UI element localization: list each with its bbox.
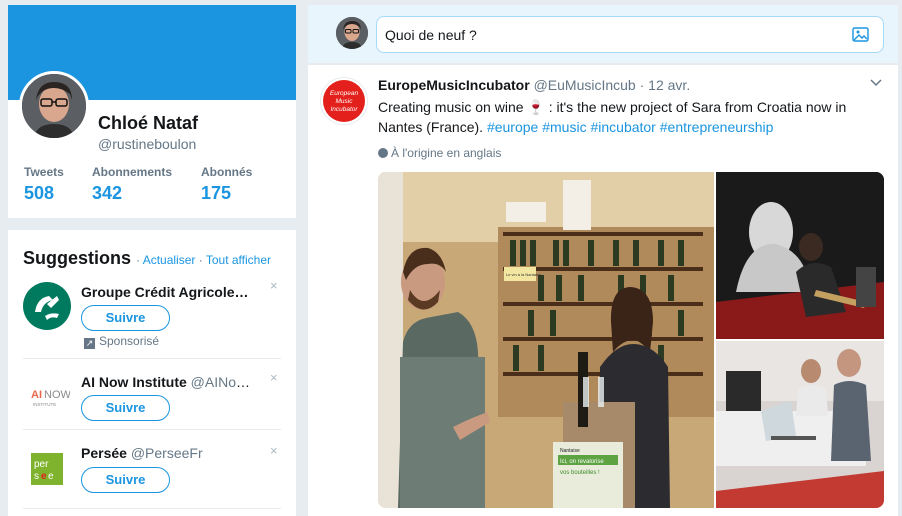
- persee-avatar[interactable]: per s e e: [23, 445, 71, 493]
- separator: ·: [198, 253, 203, 267]
- stat-tweets[interactable]: Tweets 508: [24, 165, 64, 204]
- profile-name[interactable]: Chloé Nataf: [98, 113, 198, 134]
- suggestions-card: Suggestions · Actualiser · Tout afficher…: [8, 230, 296, 516]
- close-icon[interactable]: ×: [270, 370, 278, 385]
- stat-label: Tweets: [24, 165, 64, 179]
- stat-label: Abonnés: [201, 165, 253, 179]
- refresh-link[interactable]: Actualiser: [143, 253, 196, 267]
- avatar-text-line: Incubator: [330, 106, 358, 113]
- follow-button[interactable]: Suivre: [81, 305, 170, 331]
- tweet[interactable]: European Music Incubator EuropeMusicIncu…: [308, 64, 898, 516]
- crate-line-1: Ici, on revalorise: [560, 459, 604, 465]
- stat-following[interactable]: Abonnements 342: [92, 165, 172, 204]
- sponsored-label: ↗ Sponsorisé: [84, 334, 159, 349]
- hashtag-link[interactable]: #music: [542, 119, 586, 135]
- divider: [23, 358, 281, 359]
- svg-text:INSTITUTE: INSTITUTE: [33, 402, 56, 407]
- tweet-photo-main[interactable]: Le vin à la Nantaise Nantaise Ici, on re…: [378, 172, 714, 508]
- crate-line-2: vos bouteilles !: [560, 470, 600, 476]
- profile-handle[interactable]: @rustineboulon: [98, 136, 196, 152]
- suggestion-handle: @AINow…: [190, 374, 256, 390]
- separator: ·: [136, 253, 141, 267]
- stat-label: Abonnements: [92, 165, 173, 179]
- profile-card: Chloé Nataf @rustineboulon Tweets 508 Ab…: [8, 5, 296, 218]
- chevron-down-icon[interactable]: [870, 79, 882, 87]
- close-icon[interactable]: ×: [270, 443, 278, 458]
- globe-icon: [378, 148, 388, 158]
- avatar-text-line: Music: [335, 98, 353, 105]
- credit-agricole-avatar[interactable]: [23, 282, 71, 330]
- suggestions-title: Suggestions: [23, 248, 132, 268]
- ainow-avatar[interactable]: AI NOW INSTITUTE: [23, 374, 71, 422]
- avatar-text-line: European: [329, 90, 359, 97]
- follow-button[interactable]: Suivre: [81, 467, 170, 493]
- suggestion-name[interactable]: Groupe Crédit Agricole…: [81, 284, 256, 300]
- stat-value: 342: [92, 183, 123, 203]
- svg-text:per: per: [34, 459, 49, 470]
- stat-followers[interactable]: Abonnés 175: [201, 165, 252, 204]
- translate-label[interactable]: À l'origine en anglais: [378, 146, 501, 160]
- hashtag-link[interactable]: #incubator: [590, 119, 655, 135]
- crate-brand: Nantaise: [560, 448, 580, 454]
- tweet-photo-workers[interactable]: [716, 341, 884, 508]
- tweet-author-handle[interactable]: @EuMusicIncub: [534, 77, 636, 93]
- suggestion-display-name: Groupe Crédit Agricole…: [81, 284, 249, 300]
- suggestion-display-name: Persée: [81, 445, 127, 461]
- suggestion-name[interactable]: AI Now Institute @AINow…: [81, 374, 256, 390]
- hashtag-link[interactable]: #entrepreneurship: [660, 119, 774, 135]
- suggestion-handle: @PerseeFr: [130, 445, 203, 461]
- tweet-text: Creating music on wine 🍷 : it's the new …: [378, 97, 868, 137]
- tweet-date[interactable]: · 12 avr.: [640, 77, 691, 93]
- close-icon[interactable]: ×: [270, 278, 278, 293]
- suggestion-display-name: AI Now Institute: [81, 374, 187, 390]
- stat-value: 508: [24, 183, 55, 203]
- hashtag-link[interactable]: #europe: [487, 119, 538, 135]
- svg-text:NOW: NOW: [44, 389, 71, 401]
- svg-text:s: s: [34, 471, 39, 482]
- suggestions-header: Suggestions · Actualiser · Tout afficher: [23, 248, 271, 269]
- divider: [23, 508, 281, 509]
- compose-input[interactable]: Quoi de neuf ?: [376, 16, 884, 53]
- svg-text:e: e: [48, 471, 54, 482]
- sponsored-text: Sponsorisé: [99, 334, 160, 348]
- tweet-author-avatar[interactable]: European Music Incubator: [320, 77, 368, 125]
- follow-button[interactable]: Suivre: [81, 395, 170, 421]
- svg-text:AI: AI: [31, 389, 42, 401]
- show-all-link[interactable]: Tout afficher: [206, 253, 271, 267]
- tweet-composer: Quoi de neuf ?: [308, 5, 898, 63]
- suggestion-name[interactable]: Persée @PerseeFr: [81, 445, 256, 461]
- profile-avatar[interactable]: [19, 71, 89, 141]
- divider: [23, 429, 281, 430]
- translate-text: À l'origine en anglais: [391, 146, 502, 160]
- compose-placeholder: Quoi de neuf ?: [385, 27, 477, 43]
- tweet-header: EuropeMusicIncubator @EuMusicIncub · 12 …: [378, 77, 690, 93]
- wine-sign: Le vin à la Nantaise: [506, 272, 542, 277]
- stat-value: 175: [201, 183, 232, 203]
- image-upload-icon[interactable]: [852, 27, 869, 42]
- tweet-photo-guitarist[interactable]: [716, 172, 884, 339]
- svg-text:e: e: [41, 471, 47, 482]
- promoted-arrow-icon: ↗: [84, 338, 95, 349]
- composer-avatar[interactable]: [336, 17, 368, 49]
- tweet-author-name[interactable]: EuropeMusicIncubator: [378, 77, 530, 93]
